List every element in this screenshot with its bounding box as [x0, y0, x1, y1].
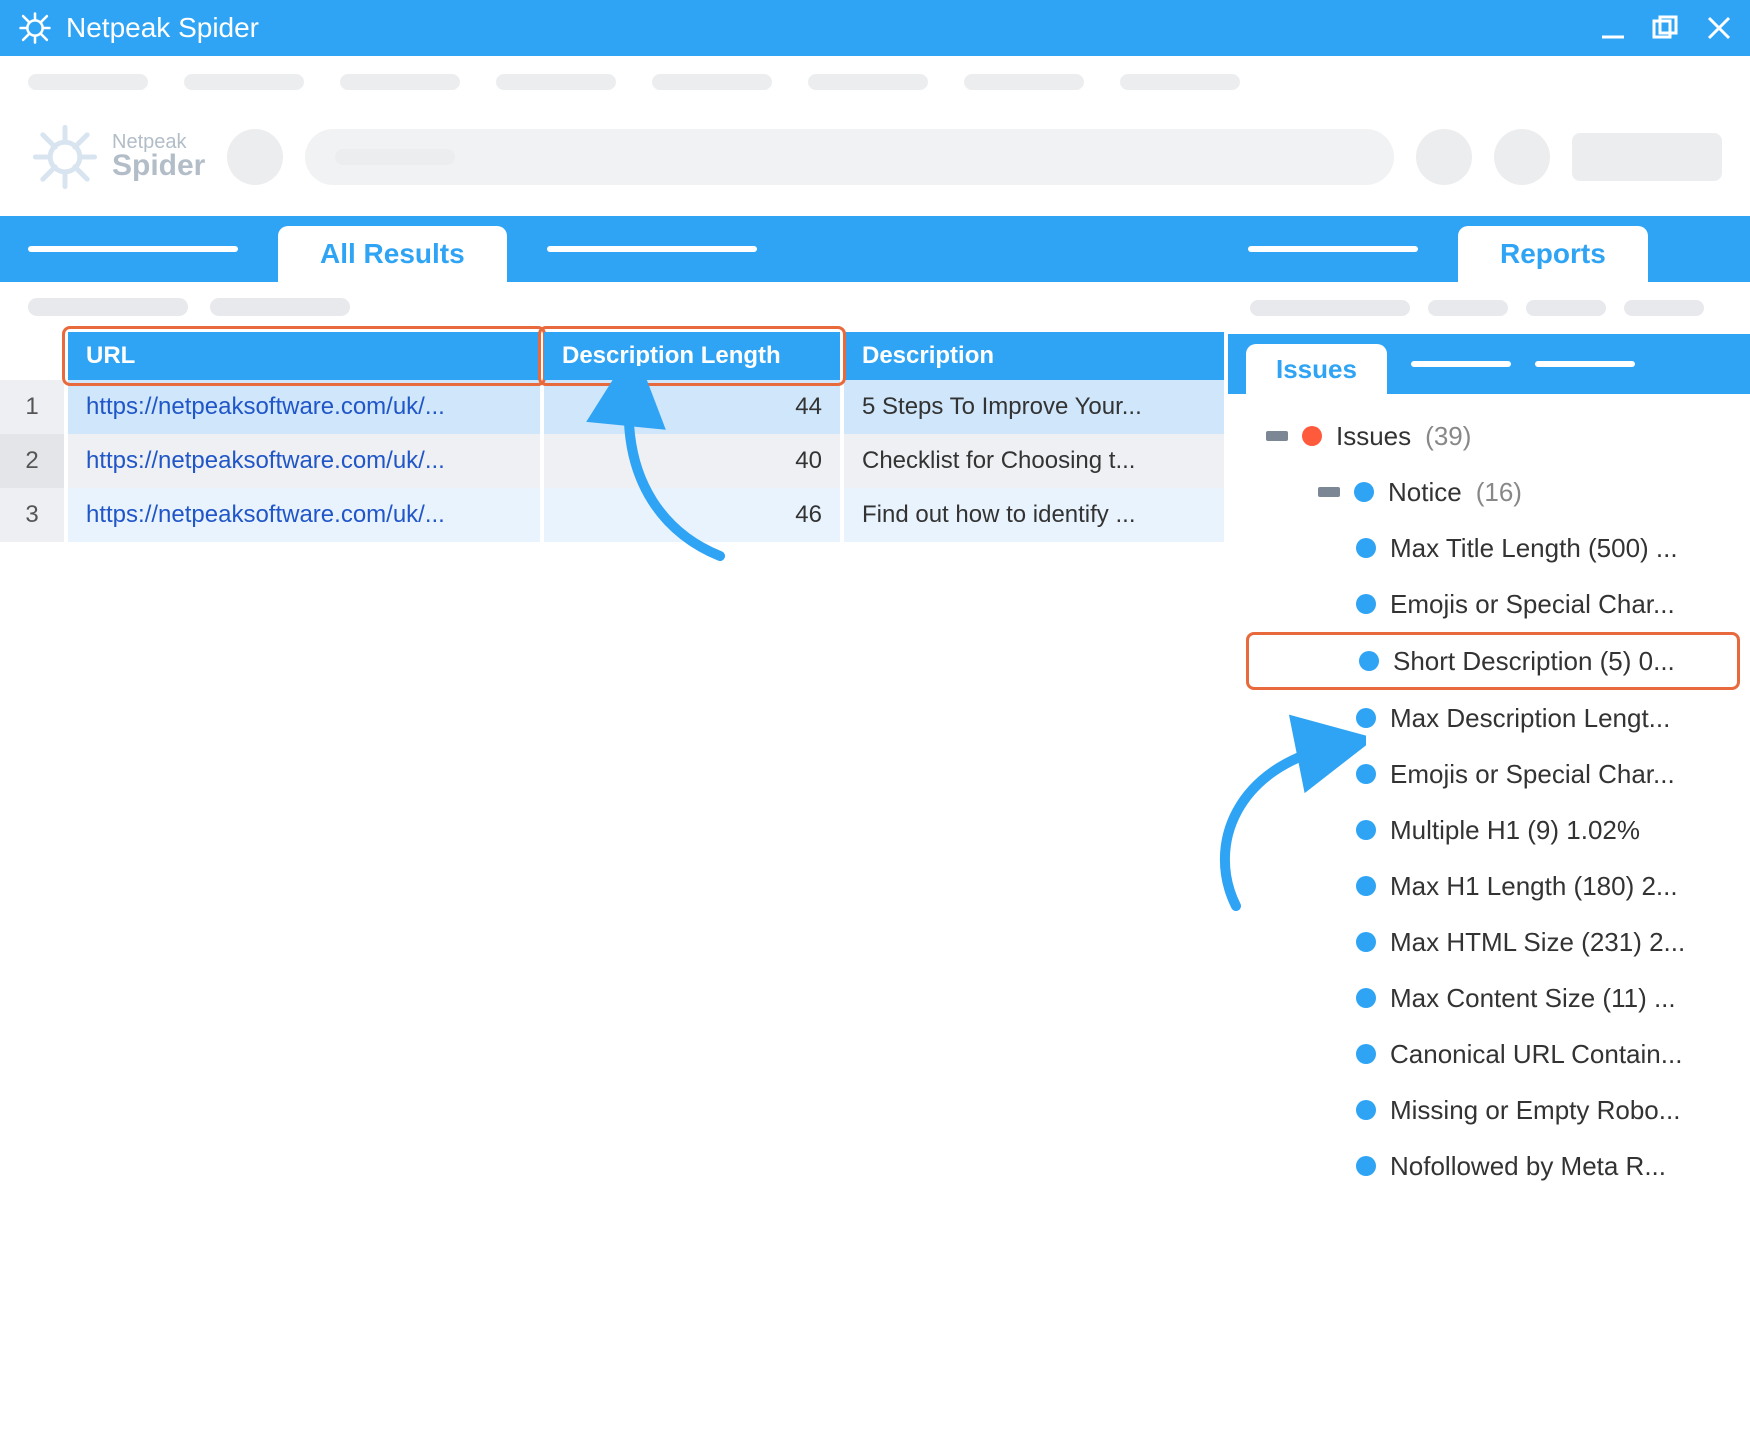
- tree-item[interactable]: Max Title Length (500) ...: [1246, 520, 1740, 576]
- chip-placeholder[interactable]: [210, 298, 350, 316]
- collapse-icon[interactable]: [1318, 487, 1340, 497]
- tree-item[interactable]: Max Content Size (11) ...: [1246, 970, 1740, 1026]
- maximize-icon[interactable]: [1652, 15, 1680, 41]
- tab-placeholder[interactable]: [547, 246, 757, 252]
- row-index: 3: [0, 488, 68, 542]
- close-icon[interactable]: [1706, 15, 1732, 41]
- severity-dot-icon: [1354, 482, 1374, 502]
- app-spider-icon: [18, 11, 52, 45]
- minimize-icon[interactable]: [1600, 15, 1626, 41]
- row-index: 2: [0, 434, 68, 488]
- app-title: Netpeak Spider: [66, 12, 1600, 44]
- cell-description: 5 Steps To Improve Your...: [844, 380, 1228, 434]
- tree-item[interactable]: Missing or Empty Robo...: [1246, 1082, 1740, 1138]
- tree-item-label: Emojis or Special Char...: [1390, 759, 1675, 790]
- severity-dot-icon: [1356, 538, 1376, 558]
- tree-item-label: Max Title Length (500) ...: [1390, 533, 1678, 564]
- severity-dot-icon: [1356, 764, 1376, 784]
- tab-reports[interactable]: Reports: [1458, 226, 1648, 282]
- cell-description: Checklist for Choosing t...: [844, 434, 1228, 488]
- subtab-placeholder[interactable]: [1535, 361, 1635, 367]
- collapse-icon[interactable]: [1266, 431, 1288, 441]
- right-subtabs: Issues: [1228, 334, 1750, 394]
- severity-dot-icon: [1356, 708, 1376, 728]
- column-description[interactable]: Description: [844, 332, 1228, 380]
- main-tab-bar: All Results: [0, 216, 1228, 282]
- chip-placeholder[interactable]: [28, 298, 188, 316]
- subtab-placeholder[interactable]: [1411, 361, 1511, 367]
- severity-dot-icon: [1356, 594, 1376, 614]
- table-row[interactable]: 1 https://netpeaksoftware.com/uk/... 44 …: [0, 380, 1228, 434]
- tree-item[interactable]: Max Description Lengt...: [1246, 690, 1740, 746]
- cell-description-length: 44: [544, 380, 844, 434]
- severity-dot-icon: [1356, 1156, 1376, 1176]
- tree-item-label: Nofollowed by Meta R...: [1390, 1151, 1666, 1182]
- logo-line2: Spider: [112, 152, 205, 181]
- tree-item-label: Max HTML Size (231) 2...: [1390, 927, 1685, 958]
- right-toolbar-placeholder: [1228, 282, 1750, 334]
- toolbar-placeholder: Netpeak Spider: [0, 56, 1750, 216]
- tree-item-label: Max H1 Length (180) 2...: [1390, 871, 1678, 902]
- tree-group-notice[interactable]: Notice (16): [1246, 464, 1740, 520]
- tree-item[interactable]: Short Description (5) 0...: [1246, 632, 1740, 690]
- table-row[interactable]: 3 https://netpeaksoftware.com/uk/... 46 …: [0, 488, 1228, 542]
- severity-dot-icon: [1356, 820, 1376, 840]
- tree-item-label: Multiple H1 (9) 1.02%: [1390, 815, 1640, 846]
- tree-item-label: Max Content Size (11) ...: [1390, 983, 1676, 1014]
- cell-url[interactable]: https://netpeaksoftware.com/uk/...: [68, 380, 544, 434]
- tree-item-label: Short Description (5) 0...: [1393, 646, 1675, 677]
- tree-item[interactable]: Emojis or Special Char...: [1246, 576, 1740, 632]
- severity-dot-icon: [1356, 988, 1376, 1008]
- severity-dot-icon: [1356, 1044, 1376, 1064]
- tree-item[interactable]: Canonical URL Contain...: [1246, 1026, 1740, 1082]
- table-row[interactable]: 2 https://netpeaksoftware.com/uk/... 40 …: [0, 434, 1228, 488]
- tree-root-issues[interactable]: Issues (39): [1246, 408, 1740, 464]
- tree-item-label: Emojis or Special Char...: [1390, 589, 1675, 620]
- cell-description: Find out how to identify ...: [844, 488, 1228, 542]
- row-index: 1: [0, 380, 68, 434]
- right-tab-bar: Reports: [1228, 216, 1750, 282]
- subtab-issues[interactable]: Issues: [1246, 344, 1387, 394]
- column-description-length[interactable]: Description Length: [544, 332, 844, 380]
- severity-dot-icon: [1302, 426, 1322, 446]
- severity-dot-icon: [1359, 651, 1379, 671]
- cell-url[interactable]: https://netpeaksoftware.com/uk/...: [68, 434, 544, 488]
- cell-url[interactable]: https://netpeaksoftware.com/uk/...: [68, 488, 544, 542]
- severity-dot-icon: [1356, 1100, 1376, 1120]
- url-input-placeholder[interactable]: [305, 129, 1394, 185]
- tab-placeholder[interactable]: [28, 246, 238, 252]
- results-table: URL Description Length Description 1 htt…: [0, 332, 1228, 542]
- logo-placeholder: Netpeak Spider: [28, 120, 205, 194]
- column-url[interactable]: URL: [68, 332, 544, 380]
- tree-item[interactable]: Emojis or Special Char...: [1246, 746, 1740, 802]
- issues-tree: Issues (39) Notice (16) Max Title Length…: [1228, 394, 1750, 1443]
- tab-all-results[interactable]: All Results: [278, 226, 507, 282]
- cell-description-length: 40: [544, 434, 844, 488]
- tree-item[interactable]: Max HTML Size (231) 2...: [1246, 914, 1740, 970]
- cell-description-length: 46: [544, 488, 844, 542]
- avatar-placeholder: [227, 129, 283, 185]
- tab-placeholder[interactable]: [1248, 246, 1418, 252]
- action-placeholder: [1494, 129, 1550, 185]
- primary-button-placeholder[interactable]: [1572, 133, 1722, 181]
- tree-item-label: Missing or Empty Robo...: [1390, 1095, 1680, 1126]
- tree-item-label: Max Description Lengt...: [1390, 703, 1670, 734]
- filter-chips: [0, 282, 1228, 332]
- tree-item-label: Canonical URL Contain...: [1390, 1039, 1682, 1070]
- severity-dot-icon: [1356, 876, 1376, 896]
- action-placeholder: [1416, 129, 1472, 185]
- tree-item[interactable]: Nofollowed by Meta R...: [1246, 1138, 1740, 1194]
- title-bar: Netpeak Spider: [0, 0, 1750, 56]
- tree-item[interactable]: Max H1 Length (180) 2...: [1246, 858, 1740, 914]
- severity-dot-icon: [1356, 932, 1376, 952]
- tree-item[interactable]: Multiple H1 (9) 1.02%: [1246, 802, 1740, 858]
